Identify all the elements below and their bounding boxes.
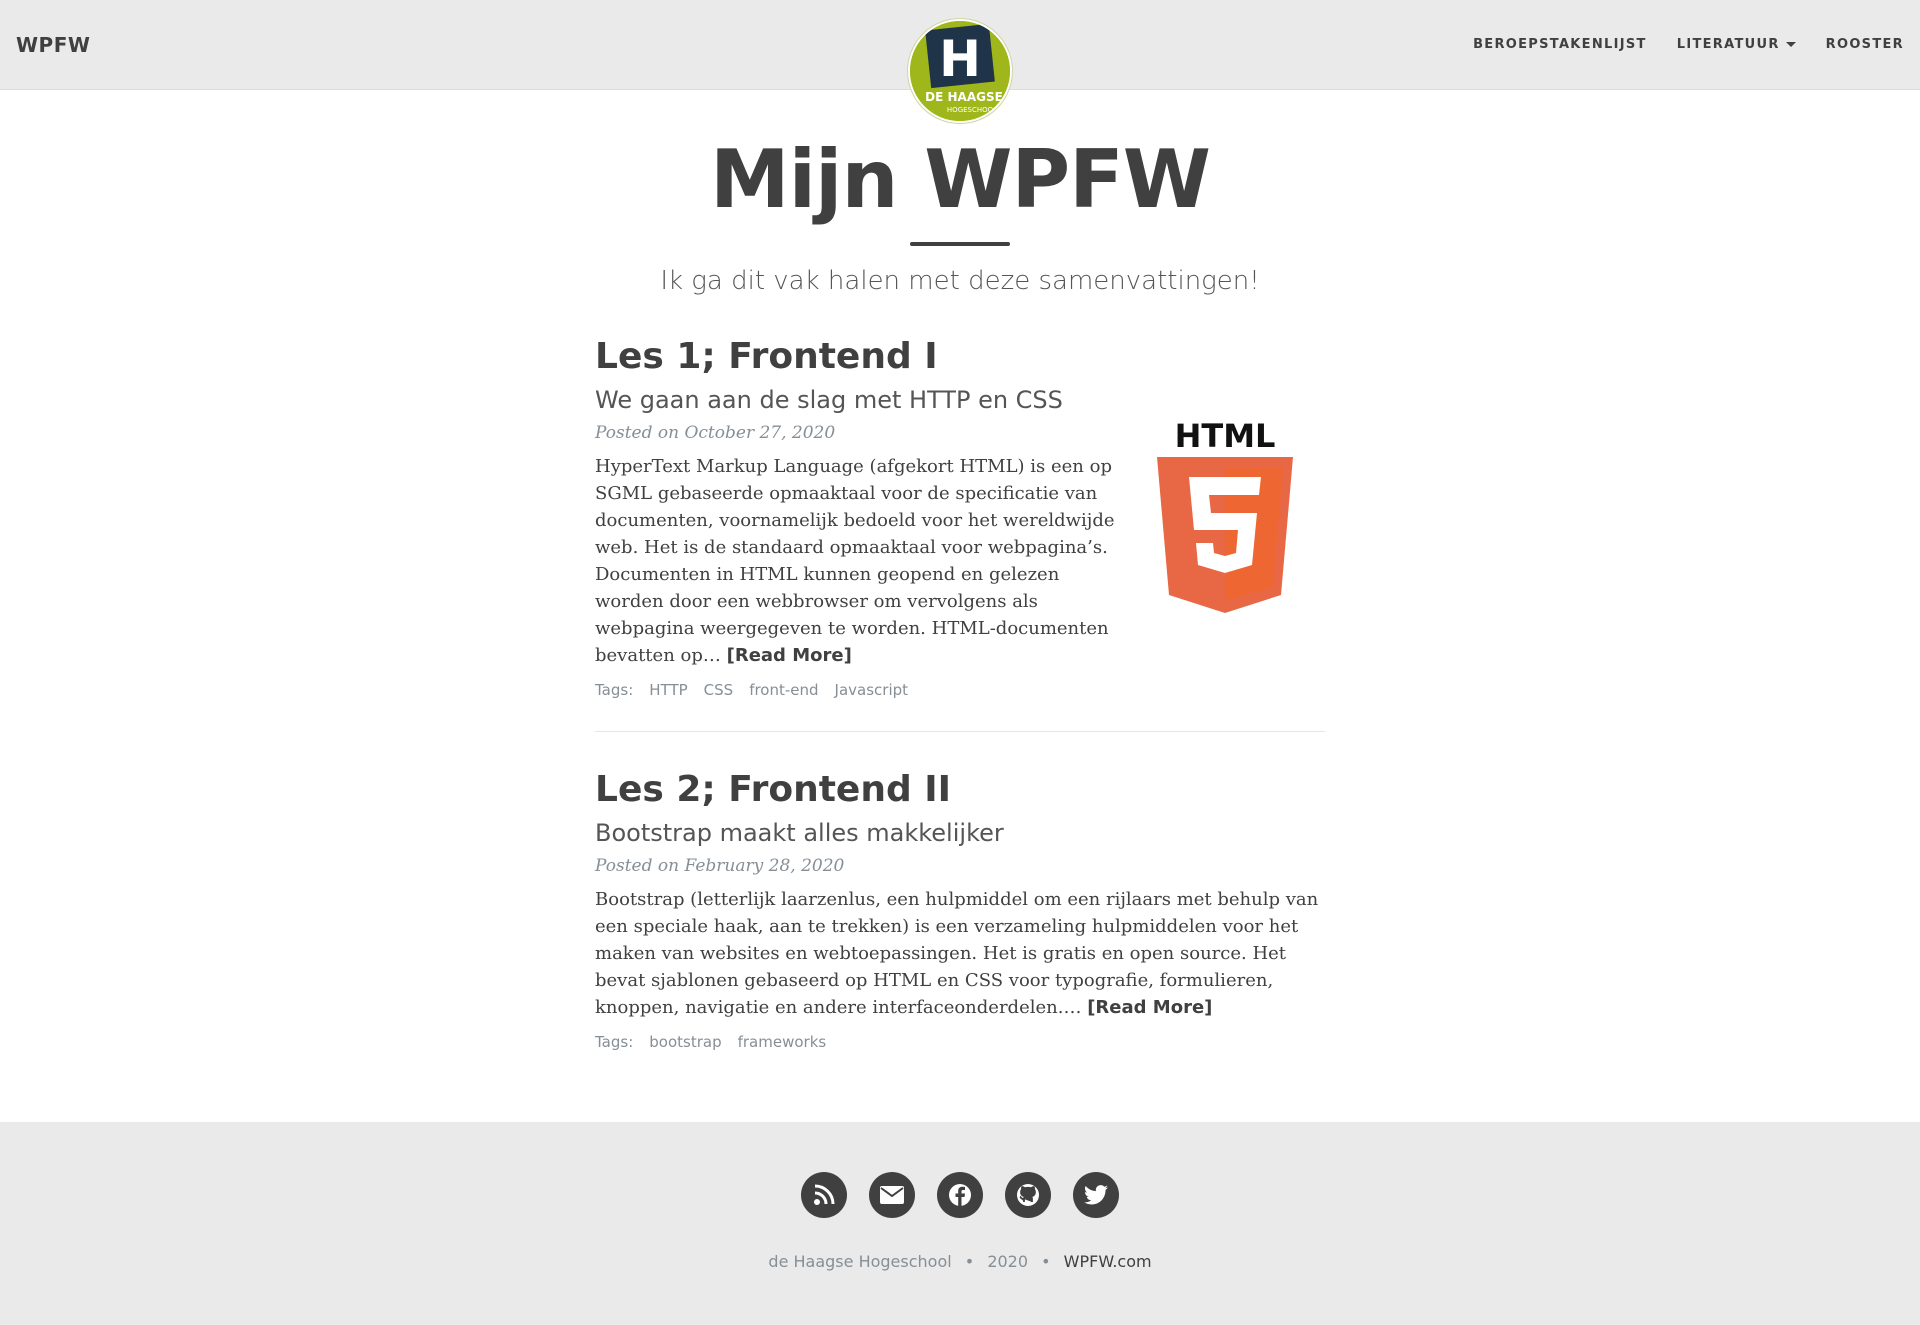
- svg-text:HTML: HTML: [1175, 417, 1276, 455]
- post-tags: Tags: HTTP CSS front-end Javascript: [595, 681, 1325, 699]
- site-heading: Mijn WPFW Ik ga dit vak halen met deze s…: [0, 130, 1920, 296]
- post-tags: Tags: bootstrap frameworks: [595, 1033, 1325, 1051]
- post-excerpt: Bootstrap (letterlijk laarzenlus, een hu…: [595, 886, 1325, 1021]
- rss-icon[interactable]: [801, 1172, 847, 1218]
- read-more-link[interactable]: [Read More]: [1087, 997, 1212, 1018]
- post-subtitle[interactable]: Bootstrap maakt alles makkelijker: [595, 816, 1325, 850]
- github-icon[interactable]: [1005, 1172, 1051, 1218]
- facebook-icon[interactable]: [937, 1172, 983, 1218]
- nav-link-label: LITERATUUR: [1676, 37, 1780, 52]
- twitter-icon[interactable]: [1073, 1172, 1119, 1218]
- nav-link-label: ROOSTER: [1825, 37, 1904, 52]
- svg-text:H: H: [939, 30, 981, 88]
- nav-link-beroepstakenlijst[interactable]: BEROEPSTAKENLIJST: [1473, 37, 1647, 52]
- tag-link[interactable]: frameworks: [738, 1033, 827, 1051]
- html5-logo-image[interactable]: HTML: [1155, 415, 1295, 615]
- tags-label: Tags:: [595, 1033, 634, 1051]
- read-more-link[interactable]: [Read More]: [727, 645, 852, 666]
- post-title-link[interactable]: Les 1; Frontend I: [595, 335, 1325, 379]
- tag-link[interactable]: Javascript: [835, 681, 908, 699]
- page-subtitle: Ik ga dit vak halen met deze samenvattin…: [660, 266, 1260, 296]
- nav-link-label: BEROEPSTAKENLIJST: [1473, 37, 1647, 52]
- tag-link[interactable]: front-end: [749, 681, 818, 699]
- post-list: Les 1; Frontend I We gaan aan de slag me…: [595, 335, 1325, 1051]
- post-meta: Posted on February 28, 2020: [595, 856, 845, 876]
- tag-link[interactable]: bootstrap: [649, 1033, 721, 1051]
- site-link[interactable]: WPFW.com: [1064, 1252, 1152, 1271]
- copyright-org: de Haagse Hogeschool: [768, 1252, 952, 1271]
- social-links: [0, 1172, 1920, 1218]
- envelope-icon[interactable]: [869, 1172, 915, 1218]
- caret-down-icon: [1785, 42, 1796, 47]
- post-excerpt: HyperText Markup Language (afgekort HTML…: [595, 453, 1125, 669]
- copyright: de Haagse Hogeschool • 2020 • WPFW.com: [0, 1252, 1920, 1271]
- tag-link[interactable]: CSS: [704, 681, 734, 699]
- svg-text:HOGESCHOOL: HOGESCHOOL: [947, 106, 997, 114]
- separator-dot: •: [1041, 1252, 1051, 1271]
- post-excerpt-text: HyperText Markup Language (afgekort HTML…: [595, 456, 1115, 666]
- post-title-link[interactable]: Les 2; Frontend II: [595, 768, 1325, 812]
- post-preview: Les 1; Frontend I We gaan aan de slag me…: [595, 335, 1325, 699]
- svg-text:DE HAAGSE: DE HAAGSE: [925, 90, 1003, 104]
- post-preview: Les 2; Frontend II Bootstrap maakt alles…: [595, 768, 1325, 1051]
- page-title: Mijn WPFW: [709, 133, 1211, 226]
- nav-link-rooster[interactable]: ROOSTER: [1826, 37, 1904, 52]
- haagse-hogeschool-logo[interactable]: H DE HAAGSE HOGESCHOOL: [908, 19, 1012, 123]
- nav-links: BEROEPSTAKENLIJST LITERATUUR ROOSTER: [1473, 37, 1904, 52]
- tag-link[interactable]: HTTP: [649, 681, 687, 699]
- post-divider: [595, 731, 1325, 732]
- separator-dot: •: [964, 1252, 975, 1271]
- navbar: WPFW H DE HAAGSE HOGESCHOOL BEROEPSTAKEN…: [0, 0, 1920, 123]
- copyright-year: 2020: [987, 1252, 1029, 1271]
- title-divider: [910, 242, 1010, 246]
- footer: de Haagse Hogeschool • 2020 • WPFW.com: [0, 1122, 1920, 1325]
- brand-link[interactable]: WPFW: [16, 33, 90, 57]
- tags-label: Tags:: [595, 681, 634, 699]
- nav-link-literatuur-dropdown[interactable]: LITERATUUR: [1677, 37, 1796, 52]
- post-subtitle[interactable]: We gaan aan de slag met HTTP en CSS: [595, 383, 1325, 417]
